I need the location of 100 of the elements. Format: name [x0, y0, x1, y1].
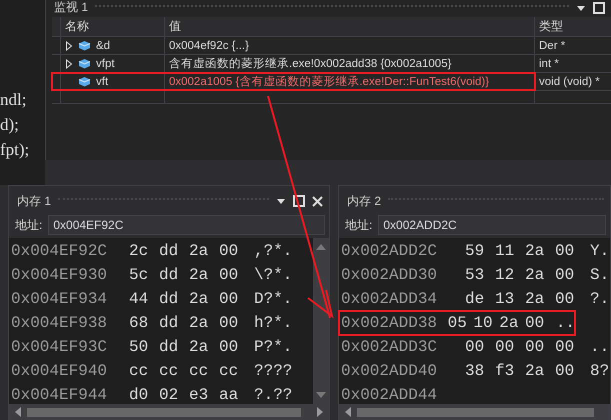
watch-row[interactable]: vfpt 含有虚函数的菱形继承.exe!0x002add38 {0x002a1005} [52, 55, 535, 72]
variable-value: 0x004ef92c {...} [169, 40, 249, 52]
watch-row[interactable]: vft 0x002a1005 {含有虚函数的菱形继承.exe!Der::FunTest6(void)} [52, 73, 535, 90]
variable-type: void (void) * [539, 76, 600, 88]
memory-byte: 00 [219, 266, 240, 284]
memory-address: 0x004EF930 [11, 266, 108, 284]
scroll-down-icon[interactable] [316, 392, 326, 398]
memory-byte: 00 [465, 338, 486, 356]
memory-address: 0x002ADD3C [341, 338, 438, 356]
memory-byte: 00 [555, 266, 576, 284]
memory-byte: 53 [465, 266, 486, 284]
memory-byte: 02 [159, 386, 180, 404]
memory-byte: dd [159, 266, 180, 284]
memory-ascii: ?. [590, 290, 610, 308]
memory-address: 0x002ADD30 [341, 266, 438, 284]
memory-ascii: ???? [254, 362, 292, 380]
memory-byte: dd [159, 242, 180, 260]
variable-icon [78, 76, 91, 87]
memory-ascii: P?*. [254, 338, 292, 356]
horizontal-scrollbar[interactable] [9, 404, 329, 420]
scroll-left-icon[interactable] [15, 407, 21, 417]
memory-byte: 2a [525, 290, 546, 308]
memory-byte: 12 [495, 266, 516, 284]
memory-byte: cc [189, 362, 210, 380]
variable-name: vft [96, 76, 108, 88]
maximize-icon[interactable] [293, 195, 305, 207]
address-field[interactable]: 0x002ADD2C [378, 215, 606, 235]
memory-byte: 68 [129, 314, 150, 332]
variable-icon [78, 40, 91, 51]
scroll-up-icon[interactable] [316, 244, 326, 250]
column-header[interactable]: 类型 [535, 17, 611, 36]
variable-icon [78, 58, 91, 69]
memory-byte: 38 [465, 362, 486, 380]
memory-byte: cc [159, 362, 180, 380]
address-field[interactable]: 0x004EF92C [48, 215, 325, 235]
memory-byte: d0 [129, 386, 150, 404]
memory-byte: cc [129, 362, 150, 380]
memory-byte: 00 [555, 338, 576, 356]
memory-byte: cc [219, 362, 240, 380]
column-header[interactable]: 名称 [61, 17, 165, 36]
variable-name: vfpt [96, 58, 115, 70]
memory-address: 0x004EF940 [11, 362, 108, 380]
memory-byte: e3 [189, 386, 210, 404]
memory-byte: 2a [189, 242, 210, 260]
memory-address: 0x002ADD2C [341, 242, 438, 260]
memory-address: 0x002ADD44 [341, 386, 438, 404]
maximize-icon[interactable] [593, 2, 605, 14]
code-line: ndl; [0, 90, 28, 111]
memory-byte: dd [159, 290, 180, 308]
vertical-scrollbar[interactable] [313, 238, 329, 404]
memory-byte: 2c [129, 242, 150, 260]
memory-byte: 5c [129, 266, 150, 284]
memory-ascii: S. [590, 266, 610, 284]
memory-byte: 00 [219, 242, 240, 260]
memory-byte: 11 [495, 242, 516, 260]
memory-ascii: ,?*. [254, 242, 292, 260]
memory-byte: 00 [555, 362, 576, 380]
memory-byte: 2a [525, 362, 546, 380]
watch-row[interactable]: &d 0x004ef92c {...} [52, 37, 535, 54]
memory-ascii: Y. [590, 242, 610, 260]
scroll-right-icon[interactable] [317, 407, 323, 417]
memory-byte: 2a [189, 338, 210, 356]
memory-address: 0x004EF93C [11, 338, 108, 356]
variable-type: Der * [539, 40, 566, 52]
memory-byte: dd [159, 338, 180, 356]
address-label: 地址: [345, 216, 372, 234]
memory-byte: 2a [525, 242, 546, 260]
memory-address: 0x004EF944 [11, 386, 108, 404]
dropdown-icon[interactable] [576, 4, 586, 12]
panel-title: 监视 1 [54, 0, 88, 16]
memory-byte: dd [159, 314, 180, 332]
scroll-left-icon[interactable] [345, 407, 351, 417]
variable-value: 0x002a1005 {含有虚函数的菱形继承.exe!Der::FunTest6(void)} [169, 74, 490, 89]
memory-ascii: \?*. [254, 266, 292, 284]
memory-byte: 00 [525, 338, 546, 356]
memory-byte: 00 [219, 338, 240, 356]
memory-byte: 2a [189, 266, 210, 284]
memory-address: 0x004EF92C [11, 242, 108, 260]
memory-byte: 00 [555, 242, 576, 260]
memory-address: 0x004EF934 [11, 290, 108, 308]
code-line: fpt); [0, 140, 30, 161]
horizontal-scrollbar[interactable] [339, 404, 610, 420]
memory-byte: 05 [448, 314, 468, 332]
memory-byte: aa [219, 386, 240, 404]
memory-byte: 00 [555, 290, 576, 308]
memory-byte: 2a [189, 314, 210, 332]
memory-byte: 00 [219, 290, 240, 308]
memory-byte: f3 [495, 362, 516, 380]
memory-ascii: h?*. [254, 314, 292, 332]
variable-type: int * [539, 58, 559, 70]
close-icon[interactable] [312, 196, 323, 206]
memory-address: 0x002ADD40 [341, 362, 438, 380]
variable-value: 含有虚函数的菱形继承.exe!0x002add38 {0x002a1005} [169, 56, 452, 71]
memory-ascii: .. [556, 314, 576, 332]
memory-byte: 44 [129, 290, 150, 308]
dropdown-icon[interactable] [276, 197, 286, 205]
memory-byte: 00 [219, 314, 240, 332]
column-header[interactable]: 值 [165, 17, 535, 36]
memory-byte: 2a [499, 314, 520, 332]
memory-byte: 10 [473, 314, 494, 332]
